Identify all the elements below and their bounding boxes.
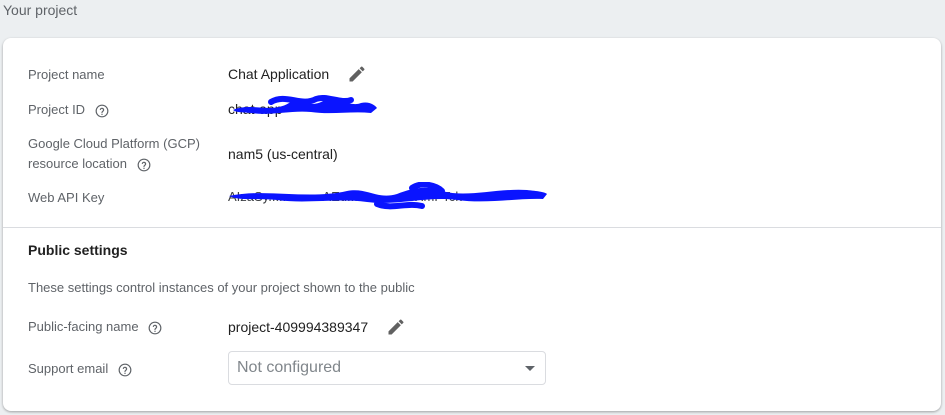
support-email-select[interactable]: Not configured — [228, 351, 546, 385]
support-email-label: Support email — [28, 359, 132, 379]
public-facing-name-label: Public-facing name — [28, 317, 162, 337]
public-facing-name-value: project-409994389347 — [228, 319, 369, 335]
project-settings-card: Project name Chat Application Project ID… — [3, 38, 941, 411]
edit-project-name-icon[interactable] — [347, 64, 367, 84]
public-settings-heading: Public settings — [28, 242, 128, 258]
public-settings-description: These settings control instances of your… — [28, 280, 415, 295]
support-email-select-value: Not configured — [237, 359, 342, 376]
caret-down-icon — [525, 366, 535, 371]
web-api-key-label: Web API Key — [28, 190, 105, 205]
edit-public-name-icon[interactable] — [386, 317, 406, 337]
section-divider — [3, 227, 941, 228]
help-circle-icon[interactable] — [118, 363, 132, 377]
section-title: Your project — [3, 2, 78, 18]
help-circle-icon[interactable] — [95, 104, 109, 118]
support-email-label-text: Support email — [28, 361, 109, 376]
project-id-value: chat-app — [228, 101, 283, 117]
project-id-label-text: Project ID — [28, 102, 86, 117]
gcp-location-value: nam5 (us-central) — [228, 146, 338, 162]
gcp-location-label: Google Cloud Platform (GCP) resource loc… — [28, 134, 200, 174]
project-name-value: Chat Application — [228, 66, 330, 82]
help-circle-icon[interactable] — [137, 158, 151, 172]
gcp-location-label-line2-text: resource location — [28, 156, 127, 171]
public-facing-name-label-text: Public-facing name — [28, 319, 139, 334]
project-id-label: Project ID — [28, 100, 109, 120]
gcp-location-label-line2: resource location — [28, 154, 200, 174]
gcp-location-label-line1: Google Cloud Platform (GCP) — [28, 136, 200, 151]
project-name-label: Project name — [28, 67, 105, 82]
help-circle-icon[interactable] — [148, 321, 162, 335]
web-api-key-value: AIzaSy...............AEd...............o… — [228, 189, 462, 204]
